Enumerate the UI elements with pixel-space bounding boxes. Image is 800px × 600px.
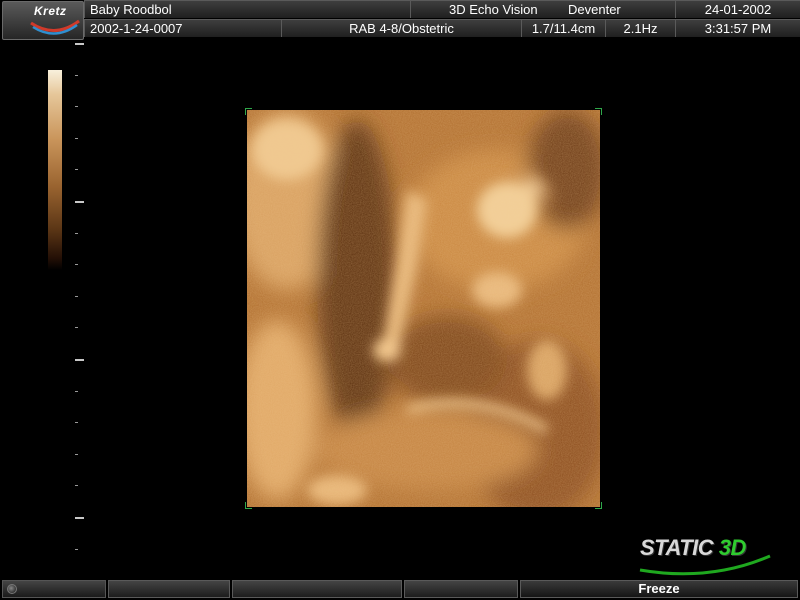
depth-tick-minor [75, 169, 78, 170]
depth-tick-major [75, 201, 84, 203]
freeze-button[interactable]: Freeze [520, 580, 798, 598]
frame-corner [245, 108, 252, 115]
static-3d-logo-icon: STATIC 3D [640, 535, 746, 561]
frequency-readout: 2.1Hz [605, 19, 675, 37]
depth-tick-minor [75, 327, 78, 328]
patient-name: Baby Roodbol [84, 0, 410, 18]
grayscale-bar [48, 70, 62, 270]
depth-tick-minor [75, 264, 78, 265]
frame-corner [245, 502, 252, 509]
depth-tick-major [75, 517, 84, 519]
three-d-label: 3D [718, 535, 747, 560]
depth-tick-minor [75, 549, 78, 550]
depth-tick-minor [75, 75, 78, 76]
depth-tick-minor [75, 485, 78, 486]
probe-preset: RAB 4-8/Obstetric [281, 19, 521, 37]
depth-tick-minor [75, 138, 78, 139]
depth-tick-minor [75, 454, 78, 455]
soft-key-3[interactable] [404, 580, 518, 598]
system-title: 3D Echo Vision [449, 2, 538, 17]
header-bar: Kretz Baby Roodbol 3D Echo Vision Devent… [0, 0, 800, 40]
depth-readout: 1.7/11.4cm [521, 19, 605, 37]
trackball-icon [7, 584, 17, 594]
depth-tick-major [75, 43, 84, 45]
depth-tick-minor [75, 422, 78, 423]
ultrasound-3d-image[interactable] [232, 108, 607, 520]
ultrasound-render [232, 110, 607, 520]
kretz-logo-icon: Kretz [2, 1, 84, 40]
frame-corner [595, 108, 602, 115]
logo-text: Kretz [34, 4, 67, 18]
patient-id: 2002-1-24-0007 [84, 19, 281, 37]
depth-tick-major [75, 359, 84, 361]
date: 24-01-2002 [675, 0, 800, 18]
depth-tick-minor [75, 233, 78, 234]
footer-bar: Freeze [0, 578, 800, 600]
time: 3:31:57 PM [675, 19, 800, 37]
depth-tick-minor [75, 106, 78, 107]
frame-corner [595, 502, 602, 509]
depth-tick-minor [75, 296, 78, 297]
soft-key-2[interactable] [232, 580, 402, 598]
trackball-control[interactable] [2, 580, 106, 598]
static-label: STATIC [640, 535, 714, 560]
depth-tick-minor [75, 391, 78, 392]
location: Deventer [568, 2, 621, 17]
logo-swoosh-icon [30, 19, 80, 35]
system-title-cell: 3D Echo Vision Deventer [410, 0, 675, 18]
soft-key-1[interactable] [108, 580, 230, 598]
